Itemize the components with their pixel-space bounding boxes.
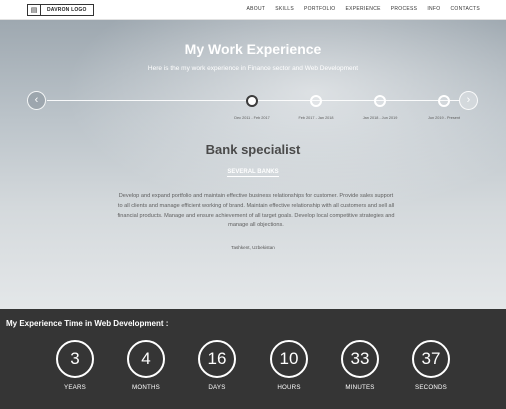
nav-menu: ABOUT SKILLS PORTFOLIO EXPERIENCE PROCES… xyxy=(237,6,481,12)
counter-seconds: 37 xyxy=(412,340,450,378)
timeline-dot-4[interactable] xyxy=(438,95,450,107)
chevron-right-icon: › xyxy=(466,94,471,106)
timeline-label-1[interactable]: Dec 2011 - Feb 2017 xyxy=(222,116,282,120)
nav-link-experience[interactable]: EXPERIENCE xyxy=(346,6,381,12)
counter-months: 4 xyxy=(127,340,165,378)
job-description: Develop and expand portfolio and maintai… xyxy=(117,193,395,229)
nav-link-portfolio[interactable]: PORTFOLIO xyxy=(304,6,336,12)
nav-link-skills[interactable]: SKILLS xyxy=(275,6,294,12)
nav-link-info[interactable]: INFO xyxy=(427,6,440,12)
counter-days: 16 xyxy=(198,340,236,378)
counter-minutes-label: MINUTES xyxy=(345,384,375,391)
timeline-dot-3[interactable] xyxy=(374,95,386,107)
job-location: Tashkent, Uzbekistan xyxy=(231,245,275,250)
timeline-label-2[interactable]: Feb 2017 - Jan 2018 xyxy=(286,116,346,120)
navbar: ▤ DAVRON LOGO ABOUT SKILLS PORTFOLIO EXP… xyxy=(0,0,506,20)
section-subtitle: Here is the my work experience in Financ… xyxy=(147,65,359,72)
timeline-dot-2[interactable] xyxy=(310,95,322,107)
experience-section: My Work Experience Here is the my work e… xyxy=(0,20,506,309)
section-title: My Work Experience xyxy=(184,41,322,57)
company-label: SEVERAL BANKS xyxy=(227,169,279,177)
logo-text: DAVRON LOGO xyxy=(47,7,87,13)
timeline-prev-button[interactable]: ‹ xyxy=(27,91,46,110)
timeline-label-4[interactable]: Jun 2019 - Present xyxy=(414,116,474,120)
experience-counter: My Experience Time in Web Development : … xyxy=(0,309,506,409)
counter-minutes: 33 xyxy=(341,340,379,378)
counter-days-label: DAYS xyxy=(208,384,226,391)
counter-years: 3 xyxy=(56,340,94,378)
timeline-dot-1[interactable] xyxy=(246,95,258,107)
counter-years-label: YEARS xyxy=(64,384,86,391)
nav-link-about[interactable]: ABOUT xyxy=(247,6,266,12)
counter-hours: 10 xyxy=(270,340,308,378)
counter-hours-label: HOURS xyxy=(277,384,301,391)
nav-link-process[interactable]: PROCESS xyxy=(391,6,418,12)
job-title: Bank specialist xyxy=(205,142,301,157)
chevron-left-icon: ‹ xyxy=(34,94,39,106)
timeline-label-3[interactable]: Jan 2018 - Jun 2019 xyxy=(350,116,410,120)
nav-link-contacts[interactable]: CONTACTS xyxy=(450,6,480,12)
counter-months-label: MONTHS xyxy=(131,384,160,391)
logo[interactable]: ▤ DAVRON LOGO xyxy=(27,4,94,16)
timeline-next-button[interactable]: › xyxy=(459,91,478,110)
company-name: SEVERAL BANKS xyxy=(0,169,506,177)
counter-seconds-label: SECONDS xyxy=(415,384,447,391)
counter-title: My Experience Time in Web Development : xyxy=(6,319,169,328)
document-icon: ▤ xyxy=(28,5,41,15)
